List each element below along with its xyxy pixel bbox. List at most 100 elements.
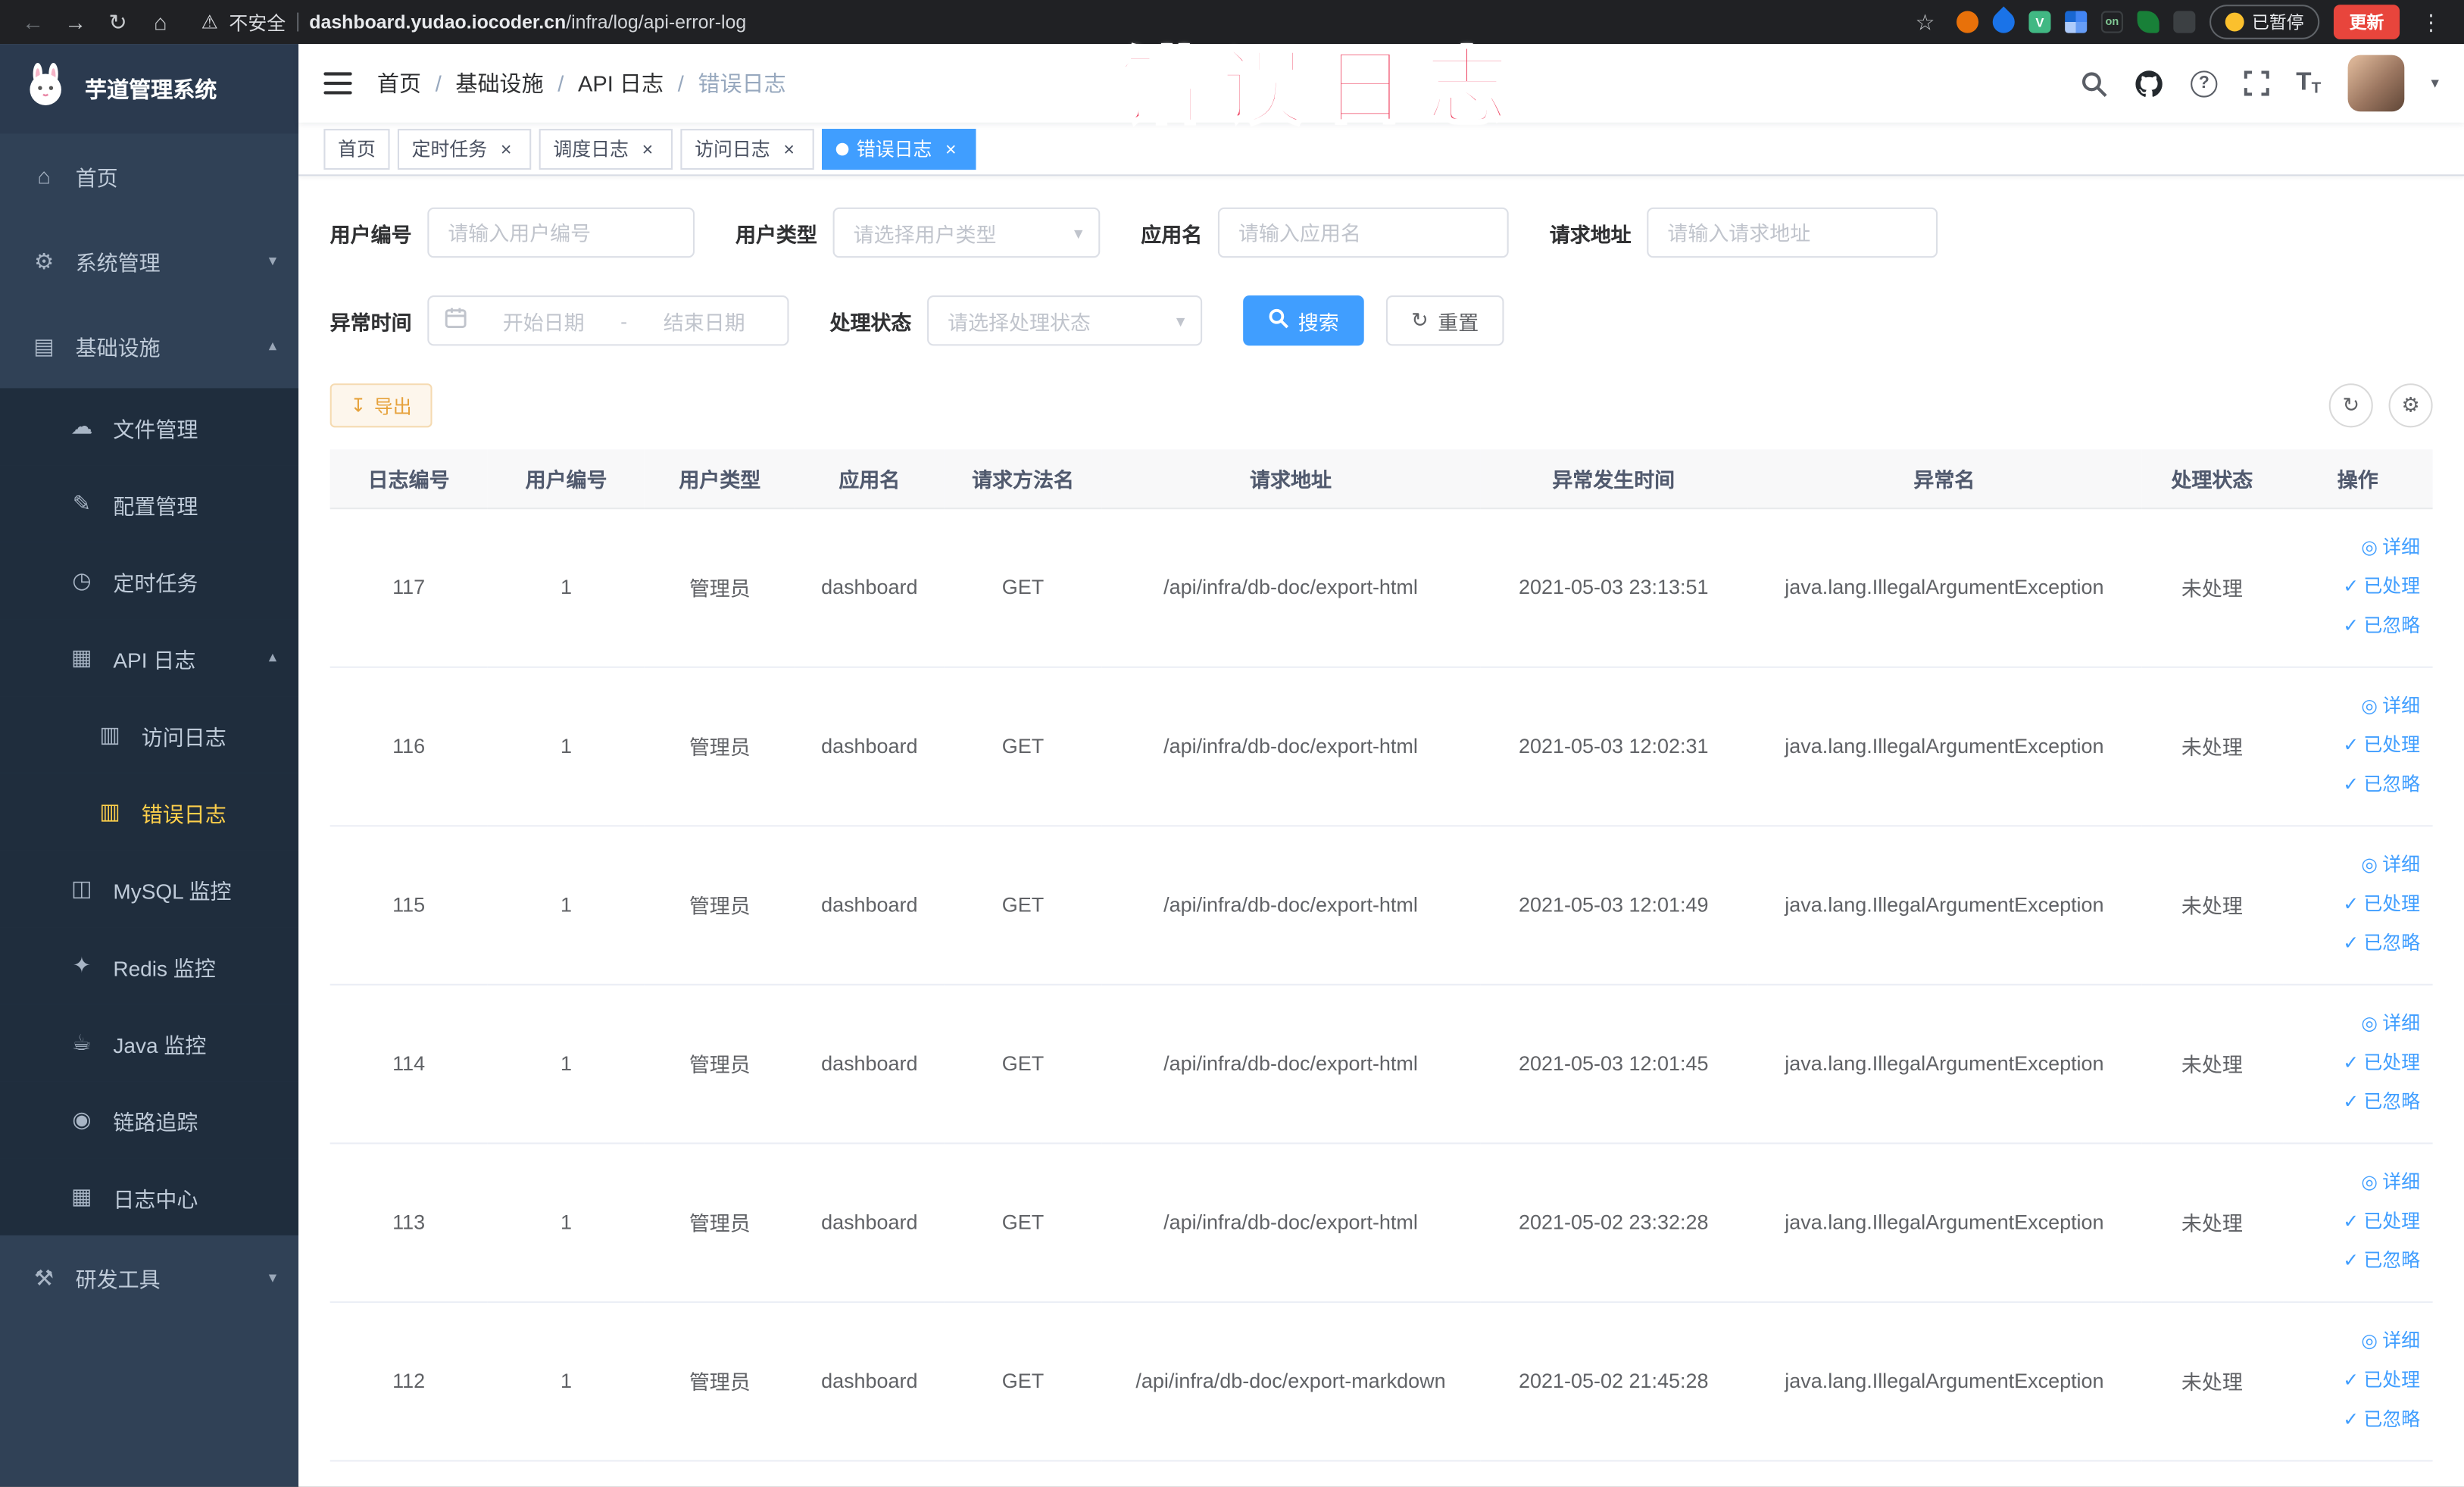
cell-user_type: 管理员 [645, 1142, 795, 1302]
request-url-input[interactable] [1647, 207, 1938, 258]
close-icon[interactable]: × [495, 138, 517, 160]
ext-plugin-icon[interactable] [2173, 11, 2196, 33]
bookmark-star-icon[interactable]: ☆ [1908, 8, 1943, 35]
cell-actions: ◎ 详细 ✓ 已处理 ✓ 已忽略 [2282, 666, 2433, 826]
table-row: 113 1 管理员 dashboard GET/api/infra/db-doc/exp… [329, 1142, 2433, 1302]
detail-link[interactable]: ◎ 详细 [2361, 845, 2420, 885]
ext-grid-icon[interactable] [2065, 11, 2088, 33]
tab-2[interactable]: 调度日志 × [539, 128, 673, 170]
ignored-link[interactable]: ✓ 已忽略 [2343, 607, 2420, 646]
sidebar-item-java[interactable]: ☕ Java 监控 [0, 1004, 299, 1082]
close-icon[interactable]: × [636, 138, 658, 160]
tab-4[interactable]: 错误日志 × [822, 128, 976, 170]
check-icon: ✓ [2343, 773, 2359, 795]
column-header-method: 请求方法名 [944, 449, 1102, 509]
menu-dots-icon[interactable]: ⋮ [2414, 8, 2449, 35]
update-button[interactable]: 更新 [2333, 5, 2400, 39]
mysql-icon: ◫ [71, 875, 92, 901]
search-icon[interactable] [2081, 70, 2107, 96]
sidebar-item-trace[interactable]: ◉ 链路追踪 [0, 1081, 299, 1159]
sidebar-item-config[interactable]: ✎ 配置管理 [0, 465, 299, 542]
ignored-link[interactable]: ✓ 已忽略 [2343, 1082, 2420, 1122]
close-icon[interactable]: × [940, 138, 962, 160]
ignored-link[interactable]: ✓ 已忽略 [2343, 1242, 2420, 1281]
help-icon[interactable]: ? [2191, 70, 2218, 97]
export-button[interactable]: ↧ 导出 [329, 383, 433, 428]
ext-record-icon[interactable] [1957, 11, 1979, 33]
detail-link[interactable]: ◎ 详细 [2361, 1004, 2420, 1044]
exception-time-range-picker[interactable]: 开始日期 - 结束日期 [427, 295, 789, 346]
detail-link[interactable]: ◎ 详细 [2361, 1322, 2420, 1361]
cell-app: dashboard [795, 983, 945, 1144]
process-status-select[interactable]: 请选择处理状态 ▾ [927, 295, 1203, 346]
ext-switch-on-icon[interactable]: on [2100, 11, 2123, 33]
sidebar-item-job[interactable]: ◷ 定时任务 [0, 542, 299, 620]
ignored-link[interactable]: ✓ 已忽略 [2343, 1401, 2420, 1440]
user-avatar[interactable] [2347, 55, 2405, 112]
download-icon: ↧ [350, 394, 367, 417]
font-size-icon[interactable]: TT [2296, 69, 2321, 97]
tab-1[interactable]: 定时任务 × [397, 128, 532, 170]
forward-button[interactable]: → [58, 9, 93, 34]
processed-link[interactable]: ✓ 已处理 [2343, 1202, 2420, 1242]
sidebar-item-home[interactable]: ⌂ 首页 [0, 133, 298, 218]
processed-link[interactable]: ✓ 已处理 [2343, 726, 2420, 766]
detail-link[interactable]: ◎ 详细 [2361, 1163, 2420, 1202]
refresh-button[interactable]: ↻ [2328, 383, 2373, 428]
filter-row-1: 用户编号 用户类型 请选择用户类型 ▾ 应用名 [330, 207, 2433, 258]
logo[interactable]: 芋道管理系统 [0, 44, 299, 134]
date-end-placeholder: 结束日期 [663, 310, 745, 334]
back-button[interactable]: ← [16, 9, 51, 34]
processed-link[interactable]: ✓ 已处理 [2343, 1361, 2420, 1401]
paused-badge[interactable]: 已暂停 [2209, 5, 2320, 39]
github-icon[interactable] [2135, 68, 2164, 98]
ext-leaf-icon[interactable] [2137, 11, 2160, 33]
reload-button[interactable]: ↻ [101, 8, 136, 35]
chevron-down-icon[interactable]: ▾ [2431, 75, 2438, 92]
ignored-link-label: 已忽略 [2363, 1407, 2421, 1430]
sidebar-item-system[interactable]: ⚙ 系统管理 ▾ [0, 218, 298, 303]
processed-link[interactable]: ✓ 已处理 [2343, 1044, 2420, 1083]
ext-drop-icon[interactable] [1988, 6, 2019, 38]
sidebar-item-redis[interactable]: ✦ Redis 监控 [0, 927, 299, 1004]
cell-exception: java.lang.IllegalArgumentException [1747, 1142, 2141, 1302]
columns-settings-button[interactable]: ⚙ [2388, 383, 2433, 428]
sidebar-item-error-log[interactable]: ▥ 错误日志 [0, 773, 299, 851]
breadcrumb-item-api-log[interactable]: API 日志 [578, 67, 664, 98]
user-type-select[interactable]: 请选择用户类型 ▾ [832, 207, 1101, 258]
sidebar-item-dev-tools[interactable]: ⚒ 研发工具 ▾ [0, 1236, 298, 1320]
detail-link[interactable]: ◎ 详细 [2361, 687, 2420, 726]
address-bar[interactable]: ⚠ 不安全 dashboard.yudao.iocoder.cn/infra/l… [201, 8, 747, 35]
home-button[interactable]: ⌂ [143, 9, 178, 34]
ignored-link[interactable]: ✓ 已忽略 [2343, 924, 2420, 964]
detail-link[interactable]: ◎ 详细 [2361, 528, 2420, 567]
processed-link[interactable]: ✓ 已处理 [2343, 567, 2420, 607]
sidebar-item-mysql[interactable]: ◫ MySQL 监控 [0, 850, 299, 928]
app-name-input[interactable] [1217, 207, 1509, 258]
cell-time: 2021-05-02 23:32:28 [1479, 1142, 1748, 1302]
tab-0[interactable]: 首页 [323, 128, 390, 170]
reset-button[interactable]: ↻ 重置 [1385, 295, 1504, 346]
close-icon[interactable]: × [778, 138, 800, 160]
hamburger-icon[interactable] [323, 70, 352, 95]
sidebar-item-log-center[interactable]: ▦ 日志中心 [0, 1158, 299, 1236]
sidebar-item-file[interactable]: ☁ 文件管理 [0, 388, 299, 466]
cell-status: 未处理 [2141, 666, 2283, 826]
ext-vue-devtools-icon[interactable]: V [2028, 11, 2051, 33]
breadcrumb-item-infra[interactable]: 基础设施 [455, 67, 543, 98]
sidebar-item-access-log[interactable]: ▥ 访问日志 [0, 696, 299, 773]
search-button[interactable]: 搜索 [1243, 295, 1364, 346]
search-icon [1268, 308, 1289, 333]
user-id-input[interactable] [427, 207, 695, 258]
ignored-link[interactable]: ✓ 已忽略 [2343, 765, 2420, 804]
sidebar-item-label: 错误日志 [141, 802, 226, 826]
processed-link[interactable]: ✓ 已处理 [2343, 885, 2420, 924]
breadcrumb-item-home[interactable]: 首页 [377, 67, 421, 98]
tab-3[interactable]: 访问日志 × [680, 128, 814, 170]
column-header-url: 请求地址 [1101, 449, 1480, 509]
app-root: ← → ↻ ⌂ ⚠ 不安全 dashboard.yudao.iocoder.cn… [0, 0, 2464, 1487]
sidebar-item-infra[interactable]: ▤ 基础设施 ▴ [0, 303, 298, 388]
sidebar-item-api-log[interactable]: ▦ API 日志 ▴ [0, 619, 299, 697]
cell-exception: java.lang.IllegalArgumentException [1747, 666, 2141, 826]
fullscreen-icon[interactable] [2244, 70, 2270, 96]
